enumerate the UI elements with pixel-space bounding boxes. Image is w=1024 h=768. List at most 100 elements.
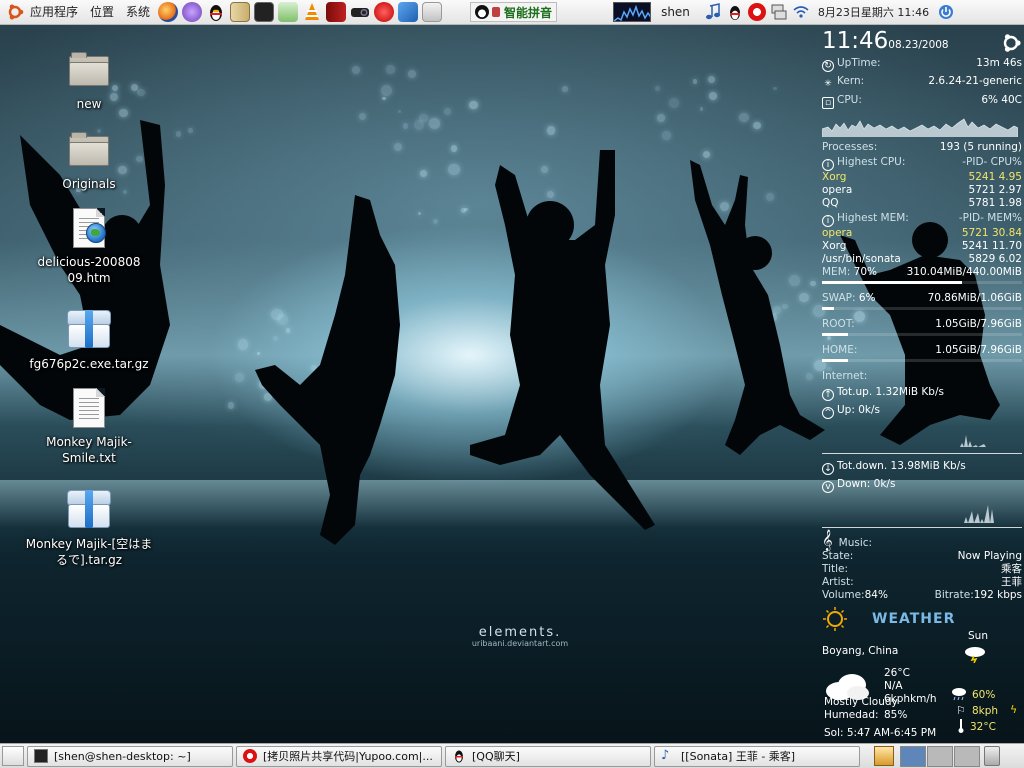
weather-condition: Mostly Cloudy — [824, 696, 898, 708]
task-qq-chat[interactable]: [QQ聊天] — [445, 745, 651, 767]
cpu-value: 6% 40C — [981, 94, 1022, 106]
music-label: Music: — [838, 537, 873, 549]
humidity-value: 85% — [884, 709, 908, 721]
desktop-icon-monkey-majik-txt[interactable]: Monkey Majik-Smile.txt — [19, 388, 159, 466]
qq-tray-icon[interactable] — [726, 3, 744, 21]
processes-label: Processes: — [822, 141, 878, 153]
username-label[interactable]: shen — [661, 5, 690, 19]
opera-tray-icon[interactable] — [747, 3, 766, 21]
qq-penguin-icon[interactable] — [206, 2, 226, 22]
workspace-2[interactable] — [927, 745, 953, 767]
current-temp: 26°C — [884, 667, 910, 679]
artist-value: 王菲 — [1001, 576, 1022, 588]
totup-label: Tot.up. — [837, 386, 873, 398]
panel-clock[interactable]: 8月23日星期六 11:46 — [818, 4, 929, 20]
menu-system[interactable]: 系统 — [120, 0, 156, 25]
task-opera[interactable]: [拷贝照片共享代码|Yupoo.com|... — [236, 745, 442, 767]
vlc-icon[interactable] — [302, 2, 322, 22]
mem-bar — [822, 281, 1022, 284]
workspace-1[interactable] — [900, 745, 926, 767]
opera-icon — [243, 749, 257, 763]
input-method-indicator[interactable]: 智能拼音 — [470, 2, 558, 22]
cpu-graph — [821, 115, 1022, 137]
sun-icon — [822, 606, 848, 632]
wallpaper-caption: elements. uribaani.deviantart.com — [445, 625, 595, 648]
dictionary-icon[interactable] — [326, 2, 347, 22]
network-icon[interactable] — [770, 3, 788, 21]
power-icon[interactable] — [937, 3, 955, 21]
home-value: 1.05GiB/7.96GiB — [935, 344, 1022, 356]
archive-icon[interactable] — [230, 2, 251, 22]
thunderstorm-icon — [962, 645, 988, 664]
conky-date: 08.23/2008 — [888, 39, 949, 51]
swap-bar — [822, 307, 1022, 310]
desktop-icon-fg676p2c-archive[interactable]: fg676p2c.exe.tar.gz — [19, 310, 159, 372]
feels-like-value: N/A — [884, 680, 903, 692]
kern-label: Kern: — [837, 75, 865, 87]
opera-icon[interactable] — [374, 2, 395, 22]
forecast-wind: 8kph — [972, 705, 999, 717]
internet-label: Internet: — [822, 370, 868, 382]
sunrise-sunset: Sol: 5:47 AM-6:45 PM — [824, 727, 937, 739]
process-name: /usr/bin/sonata — [822, 253, 901, 265]
download-arrow-icon: ↓ — [822, 463, 834, 475]
uptime-value: 13m 46s — [976, 57, 1022, 69]
pidgin-icon[interactable] — [182, 2, 203, 22]
root-bar — [822, 333, 1022, 336]
wifi-icon[interactable] — [792, 3, 810, 21]
firefox-icon[interactable] — [158, 2, 179, 22]
root-value: 1.05GiB/7.96GiB — [935, 318, 1022, 330]
ubuntu-logo-icon[interactable] — [6, 3, 24, 21]
terminal-icon[interactable] — [254, 2, 275, 22]
folder-icon — [69, 52, 109, 86]
task-label: [拷贝照片共享代码|Yupoo.com|... — [263, 750, 433, 763]
menu-places[interactable]: 位置 — [84, 0, 120, 25]
task-label: [QQ聊天] — [472, 750, 520, 763]
music-player-icon[interactable] — [278, 2, 299, 22]
bitrate-label: Bitrate: — [934, 589, 974, 601]
home-label: HOME: — [822, 344, 858, 356]
camera-icon[interactable] — [350, 2, 370, 22]
desktop-icon-delicious-html[interactable]: delicious-20080809.htm — [19, 208, 159, 286]
totdown-value: 13.98MiB Kb/s — [890, 460, 966, 472]
process-value: 30.84 — [991, 227, 1022, 239]
menu-applications[interactable]: 应用程序 — [24, 0, 84, 25]
desktop-icon-originals[interactable]: Originals — [19, 132, 159, 192]
home-bar — [822, 359, 1022, 362]
swap-percent: 6% — [858, 292, 876, 304]
show-desktop-icon[interactable] — [2, 746, 24, 766]
terminal-icon — [34, 749, 48, 763]
music-note-icon[interactable] — [704, 3, 722, 21]
weather-location: Boyang, China — [822, 645, 899, 657]
desktop-icon-label: Originals — [62, 177, 116, 191]
process-name: opera — [822, 184, 853, 196]
mail-icon[interactable] — [398, 2, 419, 22]
process-value: 6.02 — [998, 253, 1022, 265]
network-tools-icon[interactable] — [422, 2, 443, 22]
process-pid: 5241 — [961, 240, 989, 252]
desktop-icon-label: Monkey Majik-[空はまるで].tar.gz — [25, 537, 153, 567]
archive-file-icon — [67, 310, 111, 348]
desktop-icon-new[interactable]: new — [19, 52, 159, 112]
task-sonata[interactable]: ♪ [[Sonata] 王菲 - 乘客] — [654, 745, 860, 767]
trash-icon[interactable] — [984, 746, 1000, 766]
workspace-3[interactable] — [954, 745, 980, 767]
highest-mem-row: Xorg 5241 11.70 — [822, 240, 1022, 253]
desktop-icon-monkey-majik-archive[interactable]: Monkey Majik-[空はまるで].tar.gz — [19, 490, 159, 568]
process-name: Xorg — [822, 171, 847, 183]
down-label: Down: — [837, 478, 871, 490]
html-file-icon — [73, 208, 106, 248]
system-monitor-graph[interactable] — [613, 2, 652, 22]
process-pid: 5829 — [968, 253, 996, 265]
rain-icon — [950, 687, 968, 701]
process-pid: 5721 — [968, 184, 996, 196]
lightning-icon: ϟ — [1010, 703, 1018, 716]
cpu-label: CPU: — [837, 94, 862, 106]
weather-title: WEATHER — [872, 610, 956, 627]
desktop-icon-label: new — [76, 97, 102, 111]
lock-icon — [492, 7, 501, 17]
process-value: 2.97 — [998, 184, 1022, 196]
task-terminal[interactable]: [shen@shen-desktop: ~] — [27, 745, 233, 767]
task-label: [shen@shen-desktop: ~] — [54, 749, 191, 763]
trash-applet-icon[interactable] — [874, 746, 894, 766]
